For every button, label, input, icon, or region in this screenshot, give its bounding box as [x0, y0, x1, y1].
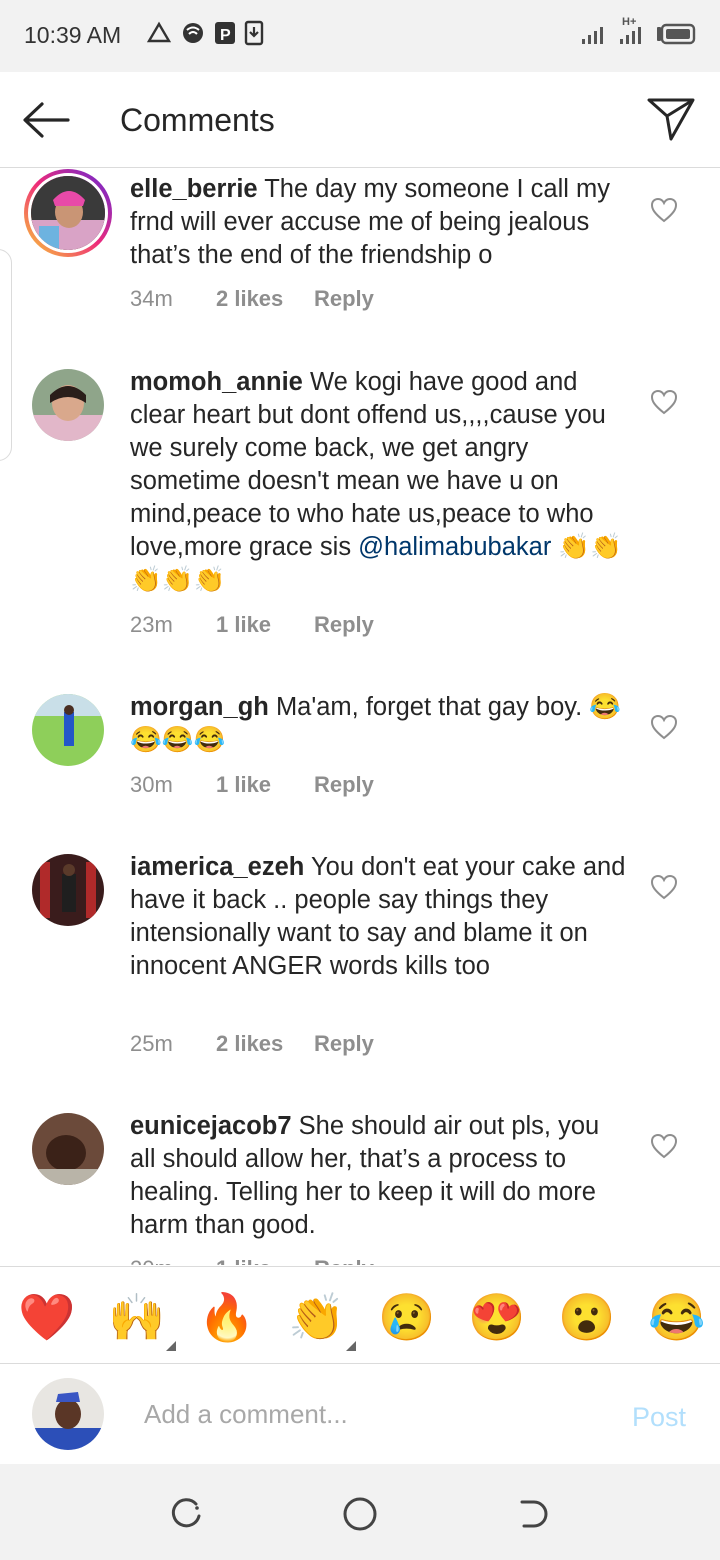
side-panel-tab[interactable] [0, 249, 12, 461]
mention-link[interactable]: @halimabubakar [358, 533, 551, 561]
comment-likes[interactable]: 1 like [216, 1256, 314, 1265]
status-icons-right: H+ [580, 16, 696, 46]
like-comment-button[interactable] [650, 1133, 678, 1159]
back-button[interactable] [20, 96, 76, 144]
reply-button[interactable]: Reply [314, 772, 374, 798]
comment-username[interactable]: morgan_gh [130, 693, 269, 721]
comment-text: eunicejacob7 She should air out pls, you… [130, 1110, 630, 1242]
signal-icon [582, 27, 603, 44]
avatar-image [28, 173, 108, 253]
comment-likes[interactable]: 1 like [216, 612, 314, 638]
share-button[interactable] [646, 96, 698, 144]
recent-apps-button[interactable] [166, 1494, 206, 1534]
reply-button[interactable]: Reply [314, 612, 374, 638]
comment-username[interactable]: elle_berrie [130, 175, 258, 203]
comment-time: 23m [130, 612, 173, 637]
parking-p-icon: P [215, 22, 235, 44]
comment-username[interactable]: iamerica_ezeh [130, 853, 304, 881]
battery-icon [657, 23, 696, 45]
surprised-face-emoji[interactable]: 😮 [558, 1289, 615, 1345]
heart-emoji[interactable]: ❤️ [18, 1289, 75, 1345]
heart-eyes-emoji[interactable]: 😍 [468, 1289, 525, 1345]
page-title: Comments [120, 102, 275, 138]
comment-likes[interactable]: 2 likes [216, 286, 314, 312]
avatar[interactable] [32, 369, 104, 441]
comment-meta: 25m 2 likes Reply [130, 1031, 374, 1057]
comment-time: 20m [130, 1256, 216, 1265]
heart-outline-icon [650, 197, 678, 223]
status-icons-left: P [146, 20, 264, 46]
comment-meta: 20m 1 like Reply [130, 1256, 374, 1265]
comment-likes[interactable]: 2 likes [216, 1031, 314, 1057]
comment-text: elle_berrie The day my someone I call my… [130, 173, 630, 272]
comment-username[interactable]: momoh_annie [130, 368, 303, 396]
comment-text: iamerica_ezeh You don't eat your cake an… [130, 851, 630, 983]
avatar-image [32, 1378, 104, 1450]
avatar[interactable] [32, 694, 104, 766]
recent-apps-icon [171, 1498, 201, 1528]
avatar-image [32, 694, 104, 766]
post-button[interactable]: Post [632, 1402, 686, 1433]
add-comment-bar: Post [0, 1364, 720, 1464]
like-comment-button[interactable] [650, 389, 678, 415]
heart-outline-icon [650, 1133, 678, 1159]
raising-hands-glyph: 🙌 [108, 1291, 166, 1343]
avatar[interactable] [32, 1113, 104, 1185]
network-type-label: H+ [622, 16, 637, 28]
heart-outline-icon [650, 389, 678, 415]
fire-emoji[interactable]: 🔥 [198, 1289, 255, 1345]
avatar[interactable] [24, 169, 112, 257]
reply-button[interactable]: Reply [314, 1031, 374, 1057]
avatar[interactable] [32, 854, 104, 926]
crying-face-emoji[interactable]: 😢 [378, 1289, 435, 1345]
avatar-image [32, 369, 104, 441]
reply-button[interactable]: Reply [314, 1256, 374, 1265]
comment-time: 30m [130, 772, 173, 797]
avatar-image [32, 854, 104, 926]
svg-text:P: P [220, 27, 231, 44]
current-user-avatar[interactable] [32, 1378, 104, 1450]
status-time: 10:39 AM [24, 22, 122, 48]
skin-tone-indicator-icon [166, 1341, 176, 1351]
comment-time: 34m [130, 286, 173, 311]
comments-list[interactable]: elle_berrie The day my someone I call my… [0, 169, 720, 1265]
comment-meta: 30m 1 like Reply [130, 772, 374, 798]
back-arrow-icon [23, 102, 70, 138]
clapping-hands-emoji[interactable]: 👏 [288, 1289, 356, 1351]
back-nav-button[interactable] [514, 1494, 554, 1534]
system-nav-bar [0, 1464, 720, 1560]
signal-hplus-icon: H+ [618, 16, 646, 46]
tears-of-joy-emoji[interactable]: 😂 [648, 1289, 705, 1345]
heart-outline-icon [650, 874, 678, 900]
paper-plane-icon [647, 98, 695, 141]
comment-text: momoh_annie We kogi have good and clear … [130, 366, 630, 597]
home-circle-icon [343, 1497, 377, 1531]
comment-text: morgan_gh Ma'am, forget that gay boy. 😂😂… [130, 691, 630, 757]
comment-likes[interactable]: 1 like [216, 772, 314, 798]
comment-meta: 23m 1 like Reply [130, 612, 374, 638]
emoji-quick-bar: ❤️ 🙌 🔥 👏 😢 😍 😮 😂 [0, 1266, 720, 1364]
comment-input[interactable] [144, 1392, 584, 1436]
comment-username[interactable]: eunicejacob7 [130, 1112, 292, 1140]
clapping-hands-glyph: 👏 [288, 1291, 346, 1343]
skin-tone-indicator-icon [346, 1341, 356, 1351]
comment-time: 25m [130, 1031, 173, 1056]
like-comment-button[interactable] [650, 714, 678, 740]
like-comment-button[interactable] [650, 197, 678, 223]
reply-button[interactable]: Reply [314, 286, 374, 312]
raising-hands-emoji[interactable]: 🙌 [108, 1289, 176, 1351]
back-nav-icon [520, 1500, 548, 1528]
home-button[interactable] [340, 1494, 380, 1534]
wifi-hotspot-icon [183, 23, 203, 43]
warning-triangle-icon [146, 21, 172, 43]
comment-meta: 34m 2 likes Reply [130, 286, 374, 312]
avatar-image [32, 1113, 104, 1185]
heart-outline-icon [650, 714, 678, 740]
comments-header: Comments [0, 72, 720, 168]
like-comment-button[interactable] [650, 874, 678, 900]
status-bar: 10:39 AM P H+ [0, 0, 720, 72]
download-icon [244, 20, 264, 46]
